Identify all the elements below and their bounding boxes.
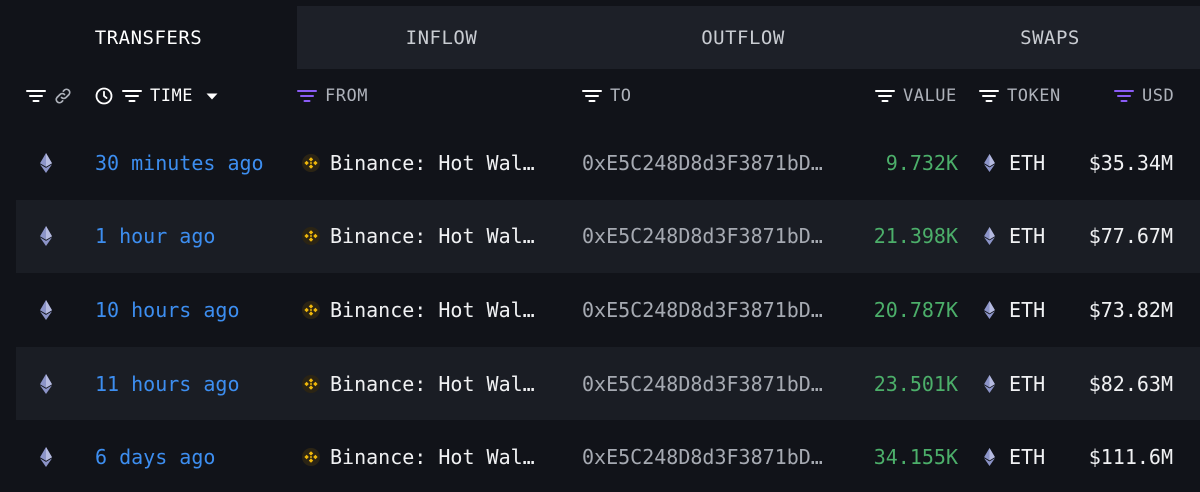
from-header-label: FROM <box>325 86 368 106</box>
to-column-header[interactable]: TO <box>582 70 631 122</box>
filter-active-icon[interactable] <box>297 88 317 104</box>
from-label: Binance: Hot Wal… <box>330 150 535 175</box>
usd-amount: $77.67M <box>1088 224 1173 249</box>
ethereum-chain-icon <box>40 273 52 347</box>
time-link[interactable]: 11 hours ago <box>95 347 240 421</box>
link-toggle-button[interactable] <box>54 70 72 122</box>
tab-swaps[interactable]: SWAPS <box>900 6 1200 69</box>
value-amount: 9.732K <box>885 150 958 175</box>
ethereum-chain-icon <box>40 126 52 200</box>
token-cell[interactable]: ETH <box>984 347 1045 421</box>
table-row[interactable]: 1 hour ago Binance: Hot Wal… 0xE5C248D8d… <box>16 199 1200 274</box>
ethereum-icon <box>984 300 995 319</box>
usd-amount: $111.6M <box>1088 445 1173 470</box>
token-cell[interactable]: ETH <box>984 420 1045 492</box>
tab-inflow[interactable]: INFLOW <box>297 6 586 69</box>
token-symbol: ETH <box>1009 297 1046 322</box>
time-link[interactable]: 10 hours ago <box>95 273 240 347</box>
ethereum-icon <box>984 153 995 172</box>
tab-transfers[interactable]: TRANSFERS <box>0 6 297 69</box>
from-label: Binance: Hot Wal… <box>330 445 535 470</box>
usd-column-header[interactable]: USD <box>1114 70 1174 122</box>
token-column-header[interactable]: TOKEN <box>979 70 1061 122</box>
ethereum-chain-icon <box>40 347 52 421</box>
clock-icon <box>95 87 113 105</box>
chain-filter-button[interactable] <box>26 70 46 122</box>
filter-icon[interactable] <box>979 88 999 104</box>
token-symbol: ETH <box>1009 371 1046 396</box>
from-label: Binance: Hot Wal… <box>330 224 535 249</box>
value-header-label: VALUE <box>903 86 957 106</box>
token-cell[interactable]: ETH <box>984 200 1045 274</box>
ethereum-icon <box>984 227 995 246</box>
sort-down-icon[interactable] <box>205 91 219 101</box>
from-address[interactable]: Binance: Hot Wal… <box>302 347 535 421</box>
binance-icon <box>302 227 320 246</box>
binance-icon <box>302 448 320 467</box>
value-amount: 21.398K <box>873 224 958 249</box>
to-address[interactable]: 0xE5C248D8d3F3871bD… <box>582 347 844 421</box>
table-header: TIME FROM TO VALUE TOKEN USD <box>0 70 1200 122</box>
token-header-label: TOKEN <box>1007 86 1061 106</box>
binance-icon <box>302 300 320 319</box>
filter-icon[interactable] <box>582 88 602 104</box>
from-address[interactable]: Binance: Hot Wal… <box>302 200 535 274</box>
token-cell[interactable]: ETH <box>984 273 1045 347</box>
table-row[interactable]: 11 hours ago Binance: Hot Wal… 0xE5C248D… <box>16 346 1200 421</box>
from-address[interactable]: Binance: Hot Wal… <box>302 420 535 492</box>
time-link[interactable]: 30 minutes ago <box>95 126 264 200</box>
token-symbol: ETH <box>1009 150 1046 175</box>
filter-icon <box>26 90 46 102</box>
link-icon <box>55 88 71 104</box>
from-column-header[interactable]: FROM <box>297 70 368 122</box>
tab-outflow[interactable]: OUTFLOW <box>586 6 900 69</box>
value-amount: 23.501K <box>873 371 958 396</box>
ethereum-chain-icon <box>40 420 52 492</box>
token-cell[interactable]: ETH <box>984 126 1045 200</box>
to-address[interactable]: 0xE5C248D8d3F3871bD… <box>582 273 844 347</box>
value-amount: 20.787K <box>873 297 958 322</box>
usd-amount: $73.82M <box>1088 297 1173 322</box>
time-header-label: TIME <box>150 86 193 106</box>
token-symbol: ETH <box>1009 224 1046 249</box>
from-label: Binance: Hot Wal… <box>330 371 535 396</box>
from-label: Binance: Hot Wal… <box>330 297 535 322</box>
table-row[interactable]: 6 days ago Binance: Hot Wal… 0xE5C248D8d… <box>16 420 1200 492</box>
binance-icon <box>302 153 320 172</box>
from-address[interactable]: Binance: Hot Wal… <box>302 126 535 200</box>
usd-header-label: USD <box>1142 86 1175 106</box>
to-header-label: TO <box>610 86 632 106</box>
filter-icon[interactable] <box>122 88 142 104</box>
time-column-header[interactable]: TIME <box>95 70 219 122</box>
table-row[interactable]: 10 hours ago Binance: Hot Wal… 0xE5C248D… <box>16 273 1200 347</box>
filter-icon[interactable] <box>875 88 895 104</box>
to-address[interactable]: 0xE5C248D8d3F3871bD… <box>582 420 844 492</box>
time-link[interactable]: 6 days ago <box>95 420 215 492</box>
token-symbol: ETH <box>1009 445 1046 470</box>
filter-active-icon[interactable] <box>1114 88 1134 104</box>
ethereum-icon <box>984 374 995 393</box>
binance-icon <box>302 374 320 393</box>
to-address[interactable]: 0xE5C248D8d3F3871bD… <box>582 200 844 274</box>
tab-bar: TRANSFERS INFLOW OUTFLOW SWAPS <box>0 6 1200 69</box>
usd-amount: $82.63M <box>1088 371 1173 396</box>
time-link[interactable]: 1 hour ago <box>95 200 215 274</box>
value-amount: 34.155K <box>873 445 958 470</box>
from-address[interactable]: Binance: Hot Wal… <box>302 273 535 347</box>
value-column-header[interactable]: VALUE <box>875 70 957 122</box>
to-address[interactable]: 0xE5C248D8d3F3871bD… <box>582 126 844 200</box>
table-row[interactable]: 30 minutes ago Binance: Hot Wal… 0xE5C24… <box>16 126 1200 200</box>
transfers-table: 30 minutes ago Binance: Hot Wal… 0xE5C24… <box>0 126 1200 492</box>
usd-amount: $35.34M <box>1088 150 1173 175</box>
ethereum-icon <box>984 448 995 467</box>
ethereum-chain-icon <box>40 200 52 274</box>
